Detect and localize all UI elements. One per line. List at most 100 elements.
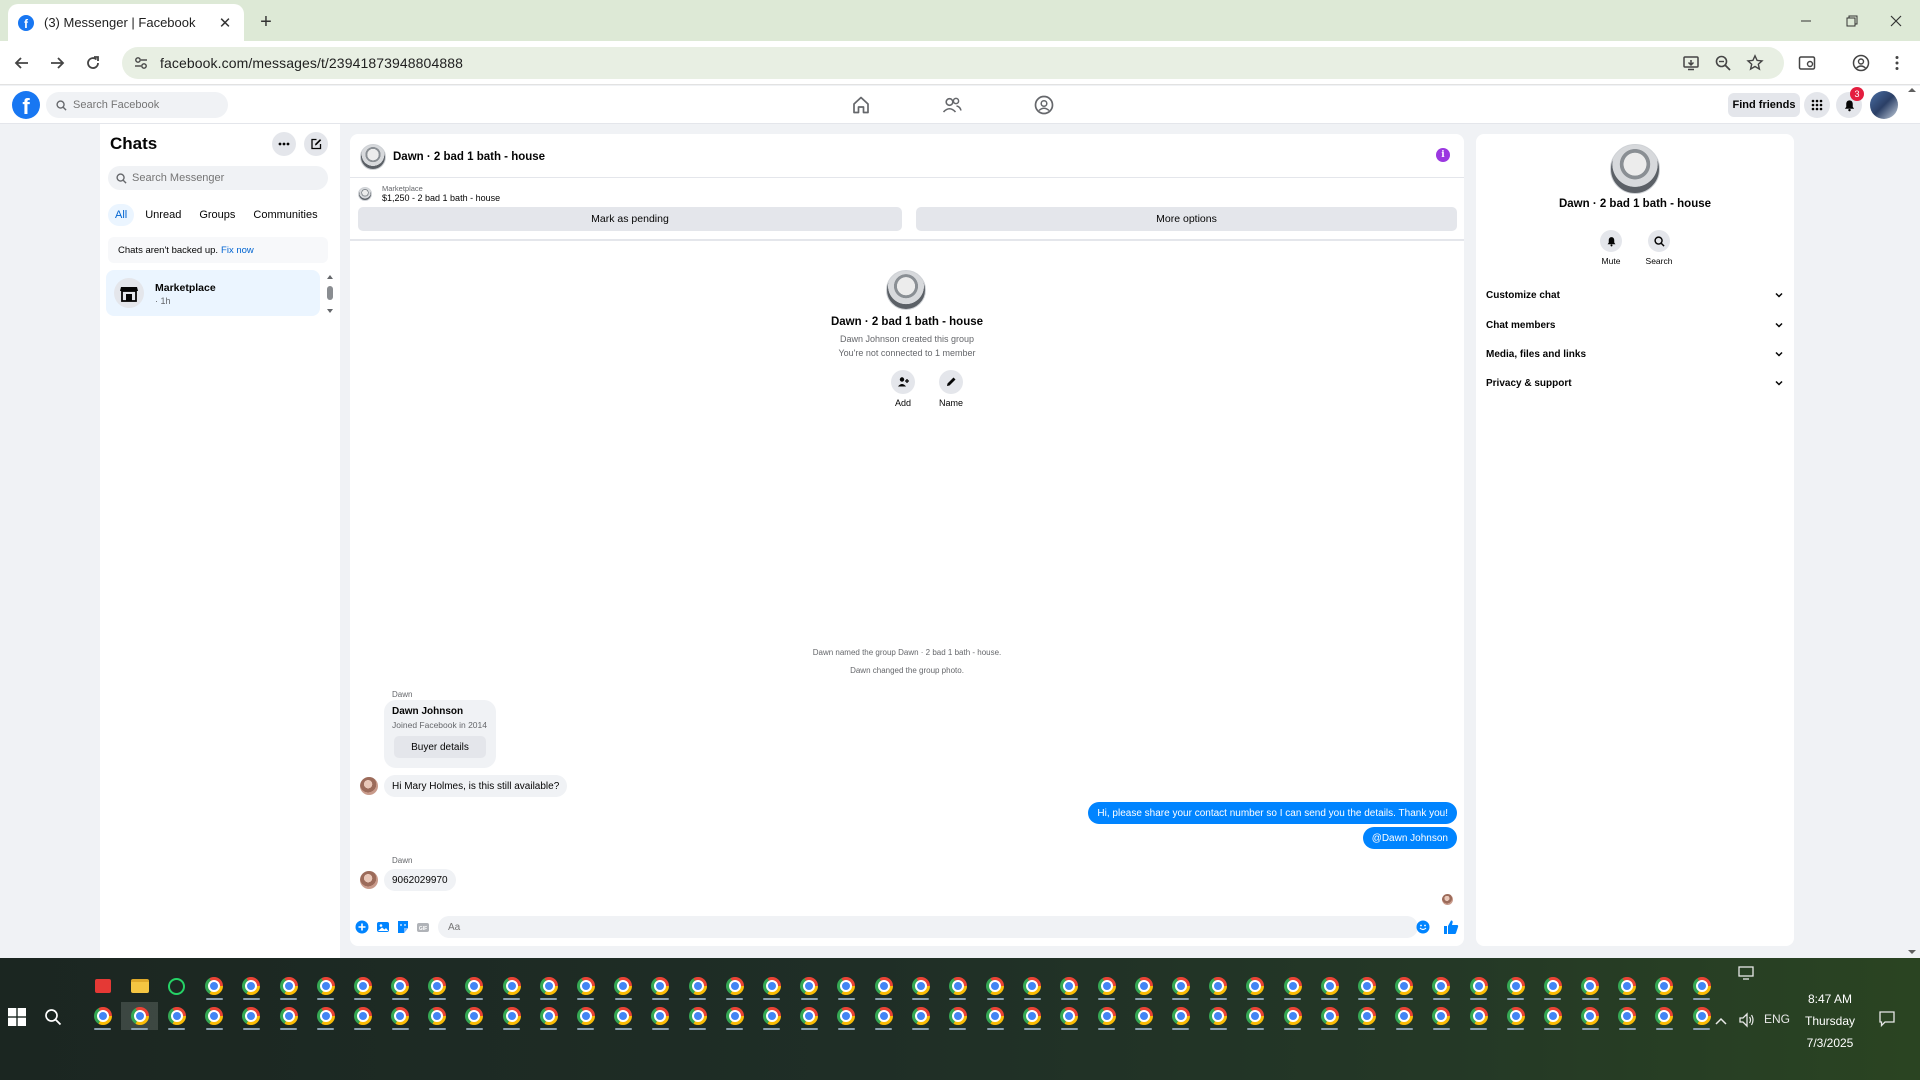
chrome-taskbar-button[interactable] — [419, 1002, 456, 1030]
close-window-button[interactable] — [1876, 6, 1916, 36]
sender-avatar[interactable] — [360, 871, 378, 889]
facebook-logo-icon[interactable]: f — [12, 91, 40, 119]
chrome-taskbar-button[interactable] — [1051, 972, 1088, 1000]
chrome-taskbar-button[interactable] — [456, 972, 493, 1000]
address-bar[interactable]: facebook.com/messages/t/2394187394880488… — [122, 47, 1784, 79]
chrome-taskbar-button[interactable] — [1609, 1002, 1646, 1030]
friends-icon[interactable] — [941, 94, 963, 116]
chrome-taskbar-button[interactable] — [1200, 1002, 1237, 1030]
language-indicator[interactable]: ENG — [1764, 1012, 1790, 1026]
group-avatar[interactable] — [360, 144, 386, 170]
section-chat-members[interactable]: Chat members — [1486, 314, 1784, 336]
chrome-taskbar-button[interactable] — [1683, 972, 1720, 1000]
site-settings-icon[interactable] — [134, 56, 148, 70]
conversation-title[interactable]: Dawn · 2 bad 1 bath - house — [393, 151, 545, 163]
chrome-taskbar-button[interactable] — [977, 972, 1014, 1000]
name-group-button[interactable]: Name — [931, 370, 971, 408]
chrome-taskbar-button[interactable] — [977, 1002, 1014, 1030]
chrome-taskbar-button[interactable] — [530, 972, 567, 1000]
filter-unread[interactable]: Unread — [138, 204, 188, 226]
chrome-taskbar-button[interactable] — [1646, 1002, 1683, 1030]
new-message-icon[interactable] — [304, 132, 328, 156]
group-info-avatar[interactable] — [1610, 144, 1660, 194]
plus-icon[interactable] — [355, 920, 369, 934]
chrome-taskbar-button[interactable] — [196, 1002, 233, 1030]
chrome-taskbar-button[interactable] — [1348, 1002, 1385, 1030]
chrome-taskbar-button[interactable] — [233, 1002, 270, 1030]
chrome-taskbar-button[interactable] — [1088, 972, 1125, 1000]
message-input-box[interactable] — [438, 916, 1418, 938]
gif-icon[interactable]: GIF — [416, 920, 430, 934]
chrome-taskbar-button[interactable] — [567, 1002, 604, 1030]
sticker-icon[interactable] — [396, 920, 410, 934]
notification-center-icon[interactable] — [1878, 1010, 1896, 1028]
reload-icon[interactable] — [78, 48, 108, 78]
zoom-icon[interactable] — [1714, 54, 1732, 72]
chrome-taskbar-button[interactable] — [679, 1002, 716, 1030]
chrome-taskbar-button[interactable] — [605, 1002, 642, 1030]
chrome-taskbar-button[interactable] — [493, 972, 530, 1000]
chrome-taskbar-button[interactable] — [1386, 972, 1423, 1000]
chrome-taskbar-button[interactable] — [753, 1002, 790, 1030]
groups-icon[interactable] — [1033, 94, 1055, 116]
account-avatar[interactable] — [1870, 91, 1898, 119]
chrome-taskbar-button[interactable] — [1423, 972, 1460, 1000]
facebook-search[interactable] — [46, 92, 228, 118]
side-panel-icon[interactable] — [1798, 54, 1816, 72]
chrome-taskbar-button[interactable] — [1200, 972, 1237, 1000]
chrome-taskbar-button[interactable] — [567, 972, 604, 1000]
chrome-taskbar-button[interactable] — [1051, 1002, 1088, 1030]
section-customize-chat[interactable]: Customize chat — [1486, 284, 1784, 306]
profile-icon[interactable] — [1852, 54, 1870, 72]
chrome-taskbar-button[interactable] — [791, 972, 828, 1000]
more-options-button[interactable]: More options — [916, 207, 1457, 231]
chrome-taskbar-button[interactable] — [679, 972, 716, 1000]
find-friends-button[interactable]: Find friends — [1728, 93, 1800, 117]
install-app-icon[interactable] — [1682, 54, 1700, 72]
chrome-taskbar-button[interactable] — [642, 1002, 679, 1030]
chrome-taskbar-button[interactable] — [1497, 972, 1534, 1000]
taskbar-search-icon[interactable] — [44, 1008, 66, 1030]
buyer-details-button[interactable]: Buyer details — [394, 736, 486, 758]
chrome-taskbar-button[interactable] — [307, 1002, 344, 1030]
search-in-chat-button[interactable]: Search — [1639, 230, 1679, 266]
chrome-taskbar-button[interactable] — [1572, 972, 1609, 1000]
volume-icon[interactable] — [1738, 1012, 1756, 1028]
fix-now-link[interactable]: Fix now — [221, 245, 254, 256]
bookmark-star-icon[interactable] — [1746, 54, 1764, 72]
facebook-search-input[interactable] — [73, 99, 213, 111]
chrome-taskbar-button[interactable] — [1609, 972, 1646, 1000]
chrome-taskbar-button[interactable] — [344, 1002, 381, 1030]
chrome-taskbar-button[interactable] — [382, 1002, 419, 1030]
chat-list-scrollbar[interactable] — [326, 272, 334, 316]
message-bubble-outgoing[interactable]: @Dawn Johnson — [1362, 827, 1457, 849]
chrome-taskbar-button[interactable] — [939, 1002, 976, 1030]
restore-button[interactable] — [1832, 6, 1872, 36]
chrome-taskbar-button[interactable] — [158, 1002, 195, 1030]
chrome-taskbar-button[interactable] — [865, 1002, 902, 1030]
photo-icon[interactable] — [376, 920, 390, 934]
chrome-taskbar-button[interactable] — [270, 1002, 307, 1030]
taskbar-clock[interactable]: 8:47 AM Thursday 7/3/2025 — [1790, 988, 1870, 1054]
chrome-taskbar-button[interactable] — [344, 972, 381, 1000]
add-member-button[interactable]: Add — [883, 370, 923, 408]
chrome-taskbar-button[interactable] — [1386, 1002, 1423, 1030]
filter-communities[interactable]: Communities — [246, 204, 324, 226]
home-icon[interactable] — [850, 94, 872, 116]
chrome-taskbar-button[interactable] — [828, 972, 865, 1000]
recorder-taskbar-button[interactable] — [84, 972, 121, 1000]
chrome-taskbar-button[interactable] — [84, 1002, 121, 1030]
chrome-taskbar-button[interactable] — [1125, 1002, 1162, 1030]
chrome-taskbar-button[interactable] — [1534, 1002, 1571, 1030]
chrome-taskbar-button[interactable] — [382, 972, 419, 1000]
chrome-taskbar-button[interactable] — [1014, 972, 1051, 1000]
chrome-taskbar-button[interactable] — [233, 972, 270, 1000]
chrome-taskbar-button[interactable] — [1534, 972, 1571, 1000]
back-icon[interactable] — [7, 48, 37, 78]
chrome-taskbar-button[interactable] — [605, 972, 642, 1000]
chrome-taskbar-button[interactable] — [791, 1002, 828, 1030]
section-privacy-support[interactable]: Privacy & support — [1486, 372, 1784, 394]
chrome-taskbar-button[interactable] — [1348, 972, 1385, 1000]
messenger-search[interactable] — [108, 166, 328, 190]
page-scrollbar[interactable] — [1904, 86, 1920, 958]
